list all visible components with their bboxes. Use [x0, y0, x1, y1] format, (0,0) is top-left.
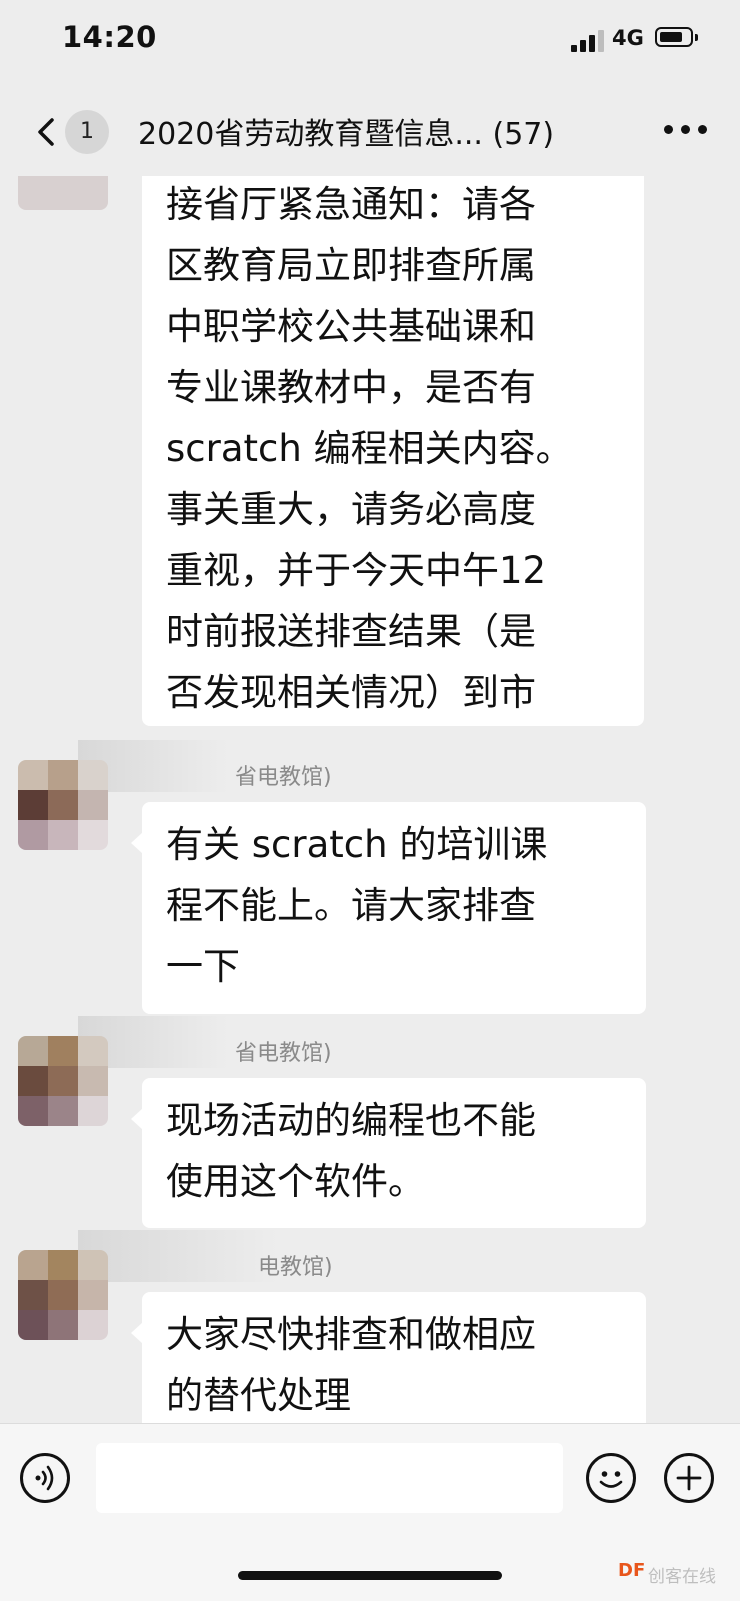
- chat-title[interactable]: 2020省劳动教育暨信息... (57): [138, 109, 554, 153]
- message-line: 程不能上。请大家排查: [166, 884, 536, 927]
- sender-avatar[interactable]: [18, 176, 108, 210]
- emoji-icon[interactable]: [586, 1453, 636, 1503]
- watermark-logo: DF: [618, 1560, 646, 1581]
- message-line: 的替代处理: [166, 1374, 351, 1417]
- sender-name: 省电教馆): [235, 765, 332, 790]
- battery-tip: [695, 34, 698, 41]
- chat-message-list[interactable]: 接省厅紧急通知：请各 区教育局立即排查所属 中职学校公共基础课和 专业课教材中，…: [0, 176, 740, 1423]
- message-line: 使用这个软件。: [166, 1160, 425, 1203]
- message-line: 大家尽快排查和做相应: [166, 1313, 536, 1356]
- back-chevron-icon[interactable]: [28, 112, 68, 152]
- sender-name: 省电教馆): [235, 1041, 332, 1066]
- message-line: 现场活动的编程也不能: [166, 1099, 536, 1142]
- message-bubble[interactable]: 现场活动的编程也不能 使用这个软件。: [131, 1078, 646, 1228]
- chat-header: 1 2020省劳动教育暨信息... (57): [0, 90, 740, 176]
- home-indicator[interactable]: [238, 1571, 502, 1580]
- message-line: 中职学校公共基础课和: [166, 305, 536, 348]
- battery-icon: [655, 27, 693, 47]
- sender-avatar[interactable]: [18, 760, 108, 850]
- plus-icon[interactable]: [664, 1453, 714, 1503]
- status-time: 14:20: [62, 20, 157, 54]
- message-line: 专业课教材中，是否有: [166, 366, 536, 409]
- more-dots-icon[interactable]: [664, 122, 708, 138]
- message-line: 否发现相关情况）到市: [166, 671, 536, 714]
- sender-name: 电教馆): [258, 1255, 333, 1280]
- signal-icon: [571, 28, 607, 52]
- sender-avatar[interactable]: [18, 1250, 108, 1340]
- member-count: (57): [492, 117, 555, 152]
- message-bubble[interactable]: 大家尽快排查和做相应 的替代处理: [131, 1292, 646, 1423]
- network-type: 4G: [612, 26, 644, 50]
- watermark-text: 创客在线: [648, 1567, 716, 1587]
- message-bubble[interactable]: 接省厅紧急通知：请各 区教育局立即排查所属 中职学校公共基础课和 专业课教材中，…: [142, 176, 644, 726]
- group-name: 2020省劳动教育暨信息...: [138, 117, 483, 152]
- message-line: 时前报送排查结果（是: [166, 610, 536, 653]
- unread-count-badge[interactable]: 1: [65, 110, 109, 154]
- voice-icon[interactable]: [20, 1453, 70, 1503]
- message-line: 重视，并于今天中午12: [166, 549, 547, 592]
- message-line: 一下: [166, 945, 240, 988]
- message-line: 事关重大，请务必高度: [166, 488, 536, 531]
- message-line: 区教育局立即排查所属: [166, 244, 536, 287]
- message-line: 有关 scratch 的培训课: [166, 823, 548, 866]
- blurred-name-area: [78, 1230, 278, 1282]
- watermark: DF 创客在线: [598, 1558, 718, 1590]
- message-input[interactable]: [96, 1443, 563, 1513]
- status-bar: 14:20 4G: [0, 0, 740, 90]
- sender-avatar[interactable]: [18, 1036, 108, 1126]
- message-line: scratch 编程相关内容。: [166, 427, 573, 470]
- message-bubble[interactable]: 有关 scratch 的培训课 程不能上。请大家排查 一下: [131, 802, 646, 1014]
- message-line: 接省厅紧急通知：请各: [166, 183, 536, 226]
